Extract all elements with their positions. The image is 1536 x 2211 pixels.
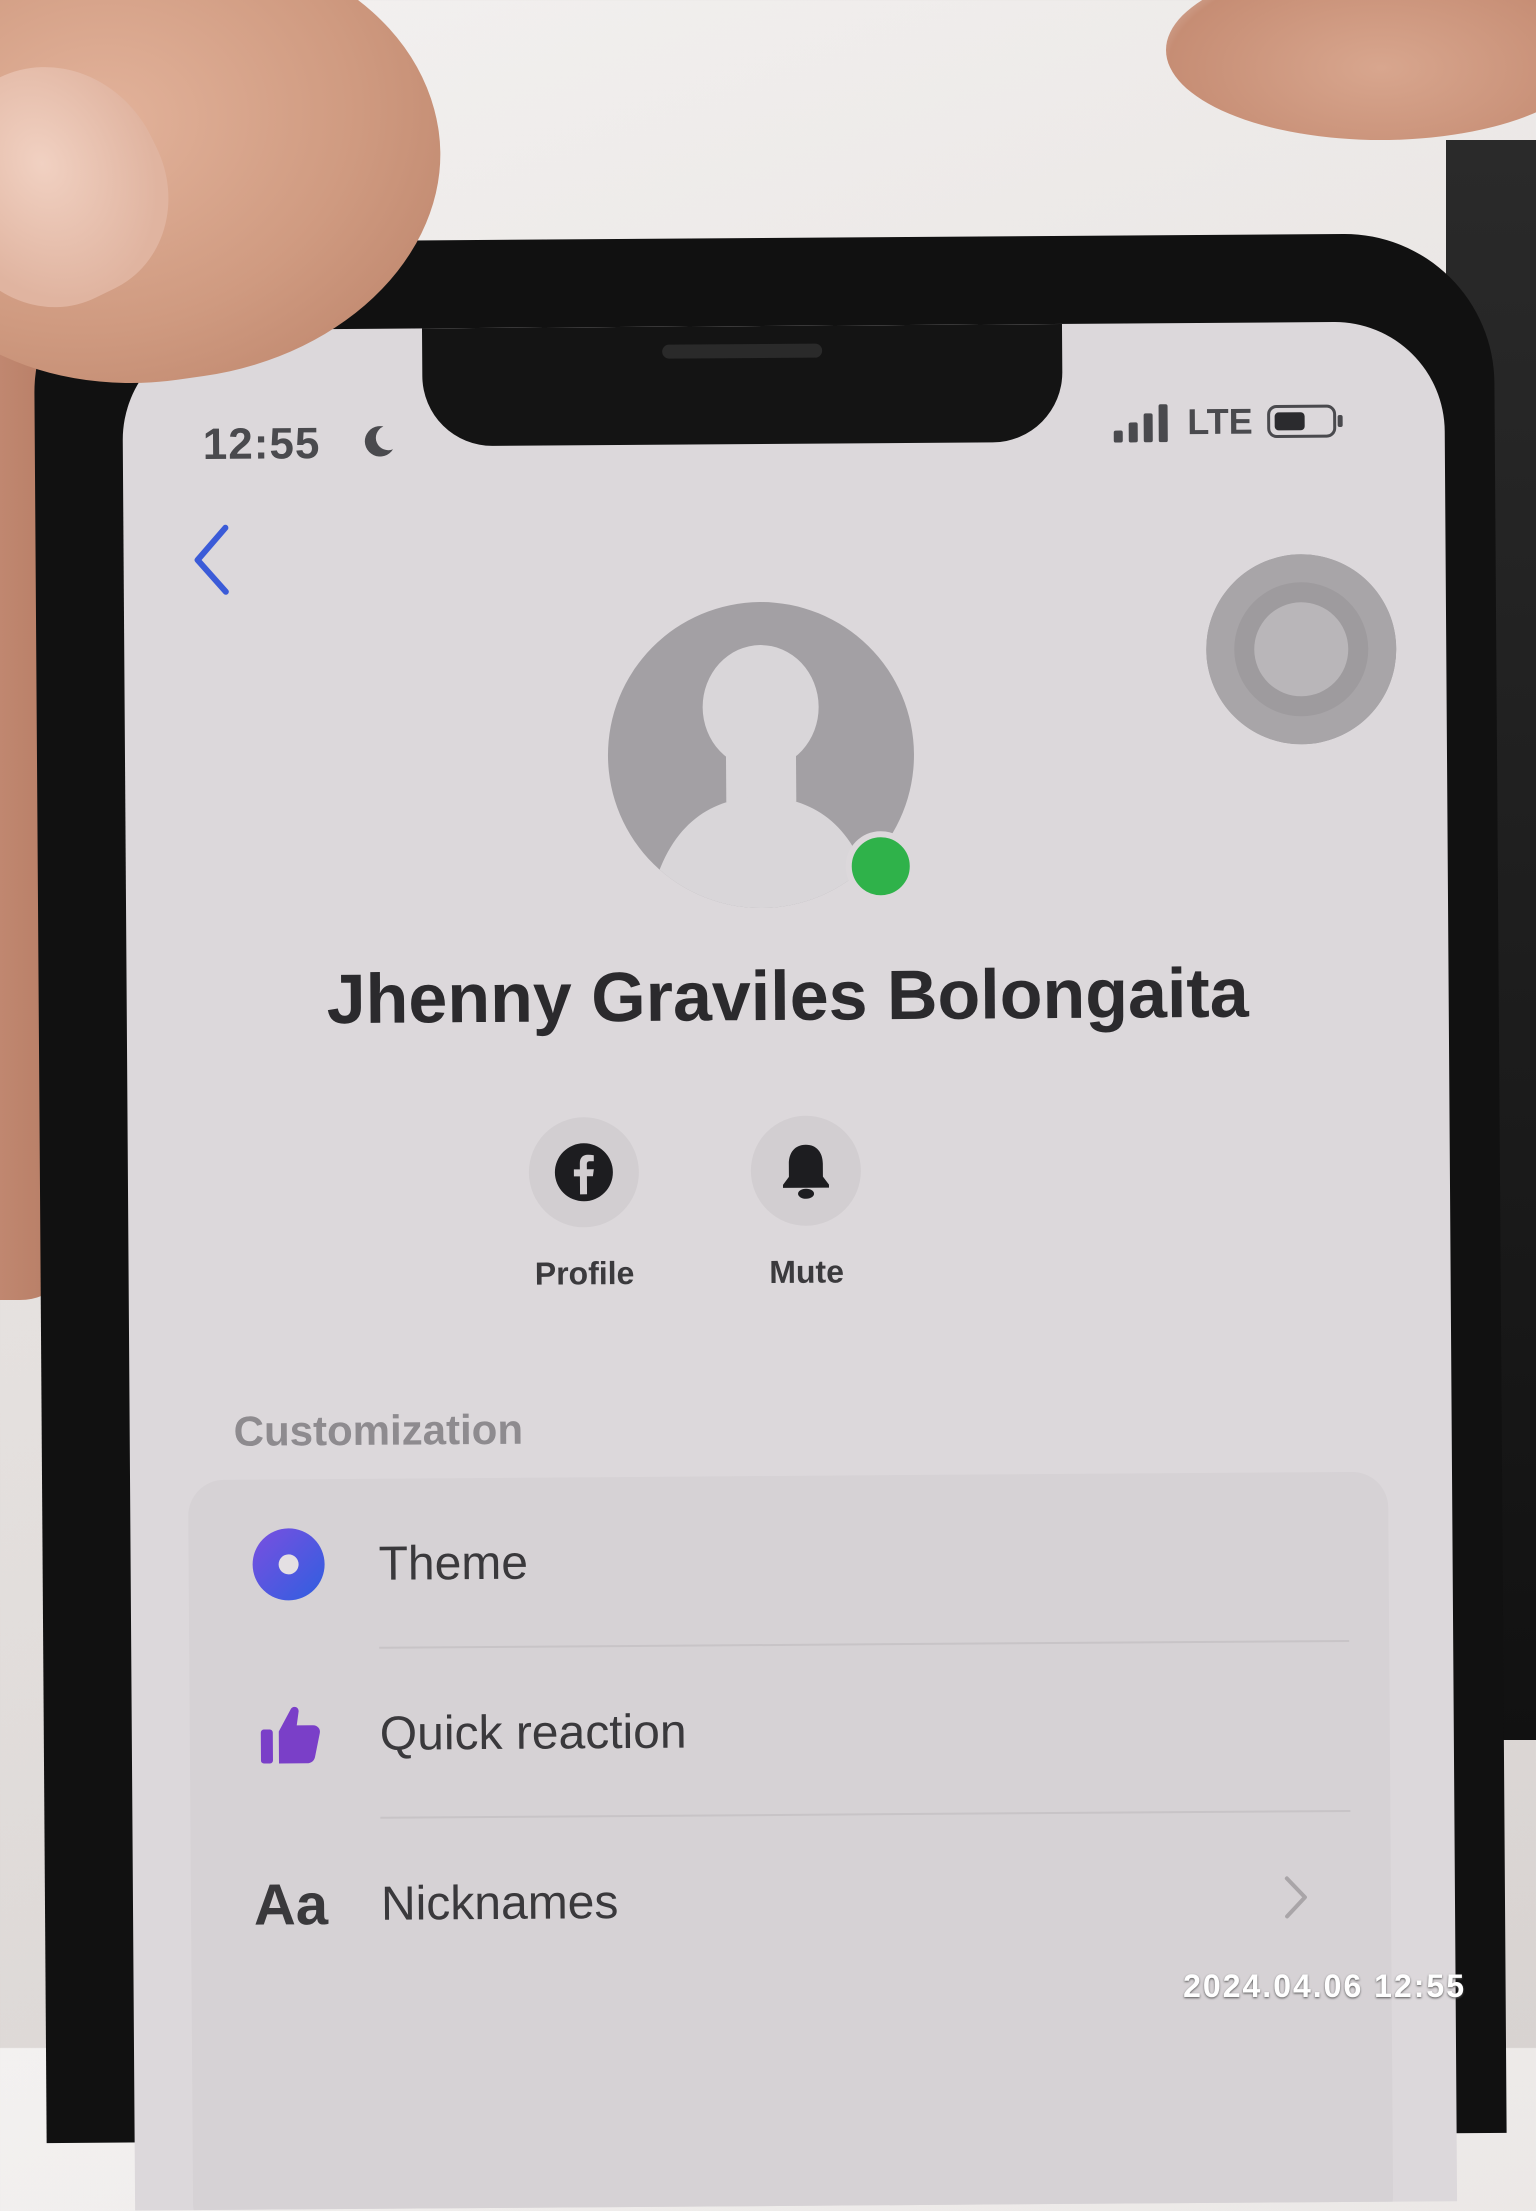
phone-screen: 12:55 LTE Jhenny Graviles Bolongaita Pro… xyxy=(121,321,1458,2211)
online-status-dot xyxy=(845,830,916,902)
theme-icon xyxy=(248,1524,329,1605)
signal-icon xyxy=(1113,404,1168,443)
mute-label: Mute xyxy=(769,1253,845,1291)
facebook-icon xyxy=(554,1143,613,1202)
nicknames-icon-text: Aa xyxy=(253,1871,329,1938)
thumbs-up-icon xyxy=(250,1694,331,1775)
profile-action[interactable]: Profile xyxy=(504,1116,665,1293)
back-chevron-icon[interactable] xyxy=(187,520,238,600)
moon-icon xyxy=(364,426,394,457)
notch xyxy=(421,323,1063,447)
customization-card: Theme Quick reaction Aa Nicknames xyxy=(188,1471,1394,2211)
nicknames-icon: Aa xyxy=(251,1864,332,1945)
theme-row[interactable]: Theme xyxy=(188,1472,1389,1650)
phone-frame: 12:55 LTE Jhenny Graviles Bolongaita Pro… xyxy=(33,232,1507,2211)
nicknames-row[interactable]: Aa Nicknames xyxy=(190,1812,1391,1990)
network-label: LTE xyxy=(1187,400,1253,443)
status-time: 12:55 xyxy=(202,419,321,469)
profile-button[interactable] xyxy=(528,1116,640,1228)
quick-reaction-row[interactable]: Quick reaction xyxy=(189,1642,1390,1820)
contact-name: Jhenny Graviles Bolongaita xyxy=(326,953,1249,1039)
background-hand-right xyxy=(1166,0,1536,140)
speaker xyxy=(662,343,823,359)
photo-timestamp: 2024.04.06 12:55 xyxy=(1183,1968,1466,2004)
profile-label: Profile xyxy=(534,1254,635,1292)
thumb-nail xyxy=(0,29,204,342)
battery-icon xyxy=(1267,404,1343,438)
mute-action[interactable]: Mute xyxy=(725,1115,886,1291)
nicknames-label: Nicknames xyxy=(380,1875,619,1931)
status-indicators: LTE xyxy=(1111,400,1345,444)
mute-button[interactable] xyxy=(750,1115,862,1227)
theme-label: Theme xyxy=(378,1536,529,1591)
chevron-right-icon xyxy=(1284,1876,1307,1919)
customization-heading: Customization xyxy=(233,1405,524,1455)
bell-icon xyxy=(782,1144,829,1199)
quick-reaction-label: Quick reaction xyxy=(379,1705,687,1761)
assistive-touch-button[interactable] xyxy=(1205,553,1397,745)
